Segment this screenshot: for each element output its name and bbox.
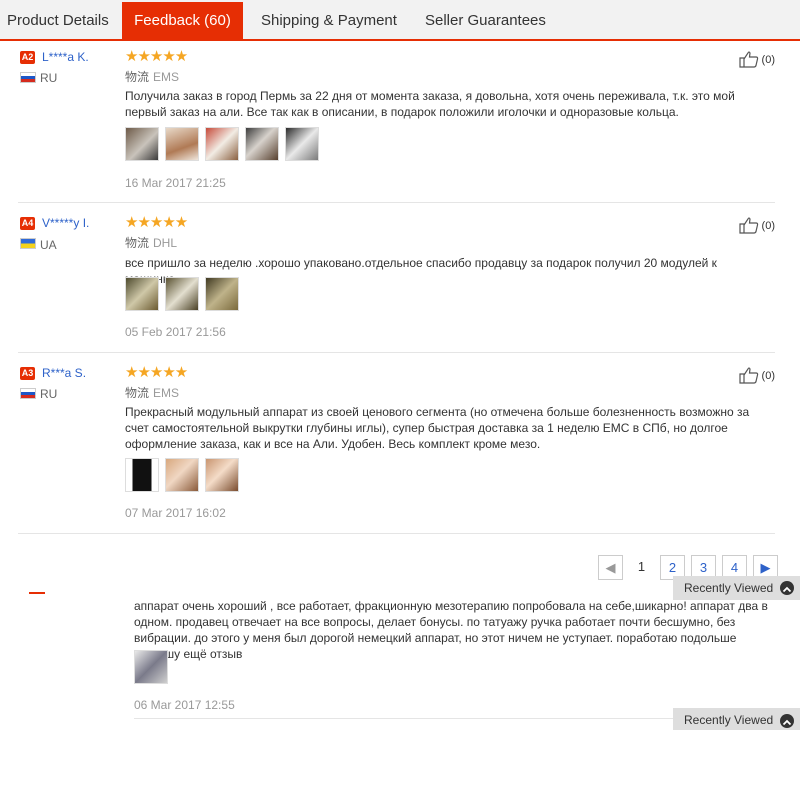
thumbs-up-icon [738, 217, 758, 234]
page-blank-area [0, 730, 800, 800]
reviewer-country: RU [40, 387, 58, 401]
tab-shipping-payment[interactable]: Shipping & Payment [261, 4, 397, 39]
country-flag-icon [20, 238, 36, 249]
chevron-up-icon [780, 581, 794, 595]
tab-product-details[interactable]: Product Details [7, 4, 109, 39]
review-photo-thumb[interactable] [165, 127, 199, 161]
pagination-prev-button[interactable]: ◀ [598, 555, 623, 580]
review-date: 06 Mar 2017 12:55 [134, 698, 235, 712]
helpful-button[interactable]: (0) [738, 217, 775, 234]
review-text: Прекрасный модульный аппарат из своей це… [125, 405, 750, 451]
country-flag-icon [20, 388, 36, 399]
reviewer-country: RU [40, 71, 58, 85]
recently-viewed-label: Recently Viewed [684, 713, 774, 727]
star-rating: ★★★★★ [125, 48, 188, 65]
tab-bar: Product Details Feedback (60) Shipping &… [0, 0, 800, 41]
pagination-page-current: 1 [629, 555, 654, 580]
review-divider [18, 533, 775, 534]
shipping-label: 物流 [125, 386, 150, 400]
shipping-label: 物流 [125, 70, 150, 84]
review-item: A4 V*****y I. UA ★★★★★ 物流 DHL все пришло … [18, 214, 775, 344]
review-photo-thumb[interactable] [285, 127, 319, 161]
helpful-button[interactable]: (0) [738, 367, 775, 384]
shipping-carrier: DHL [153, 236, 178, 250]
shipping-info: 物流 DHL [125, 234, 177, 251]
review-item: A2 L****a K. RU ★★★★★ 物流 EMS Получила зак… [18, 48, 775, 200]
review-photo-thumb[interactable] [125, 458, 159, 492]
review-photo-thumb[interactable] [245, 127, 279, 161]
shipping-label: 物流 [125, 236, 150, 250]
recently-viewed-label: Recently Viewed [684, 581, 774, 595]
reviewer-name[interactable]: V*****y I. [42, 216, 89, 230]
buyer-level-badge: A2 [20, 51, 35, 64]
star-rating: ★★★★★ [125, 364, 188, 381]
review-photo-thumb[interactable] [125, 277, 159, 311]
review-date: 07 Mar 2017 16:02 [125, 506, 226, 520]
shipping-carrier: EMS [153, 70, 180, 84]
thumbs-up-icon [738, 51, 758, 68]
recently-viewed-bar[interactable]: Recently Viewed [673, 576, 800, 600]
helpful-count: (0) [761, 53, 775, 66]
review-photo-thumb[interactable] [205, 127, 239, 161]
buyer-level-badge: A3 [20, 367, 35, 380]
shipping-info: 物流 EMS [125, 384, 179, 401]
review-item: A3 R***a S. RU ★★★★★ 物流 EMS Прекрасный мо… [18, 364, 775, 529]
review-photos [134, 650, 174, 686]
review-photo-thumb[interactable] [125, 127, 159, 161]
buyer-level-badge: A4 [20, 217, 35, 230]
reviewer-name[interactable]: R***a S. [42, 366, 86, 380]
country-flag-icon [20, 72, 36, 83]
review-text: аппарат очень хороший , все работает, фр… [134, 599, 768, 661]
review-photo-thumb[interactable] [205, 458, 239, 492]
review-photos [125, 458, 245, 494]
reviewer-country: UA [40, 238, 57, 252]
review-photo-thumb[interactable] [165, 458, 199, 492]
level-badge-fragment [29, 592, 45, 594]
thumbs-up-icon [738, 367, 758, 384]
helpful-button[interactable]: (0) [738, 51, 775, 68]
review-text: Получила заказ в город Пермь за 22 дня о… [125, 89, 735, 119]
review-date: 05 Feb 2017 21:56 [125, 325, 226, 339]
helpful-count: (0) [761, 219, 775, 232]
shipping-info: 物流 EMS [125, 68, 179, 85]
review-divider [18, 202, 775, 203]
star-rating: ★★★★★ [125, 214, 188, 231]
review-date: 16 Mar 2017 21:25 [125, 176, 226, 190]
shipping-carrier: EMS [153, 386, 180, 400]
reviewer-name[interactable]: L****a K. [42, 50, 89, 64]
helpful-count: (0) [761, 369, 775, 382]
review-photo-thumb[interactable] [134, 650, 168, 684]
review-photo-thumb[interactable] [205, 277, 239, 311]
review-photo-thumb[interactable] [165, 277, 199, 311]
review-photos [125, 127, 325, 163]
chevron-up-icon [780, 714, 794, 728]
review-photos [125, 277, 245, 313]
tab-seller-guarantees[interactable]: Seller Guarantees [425, 4, 546, 39]
review-divider [18, 352, 775, 353]
tab-feedback[interactable]: Feedback (60) [122, 2, 243, 41]
